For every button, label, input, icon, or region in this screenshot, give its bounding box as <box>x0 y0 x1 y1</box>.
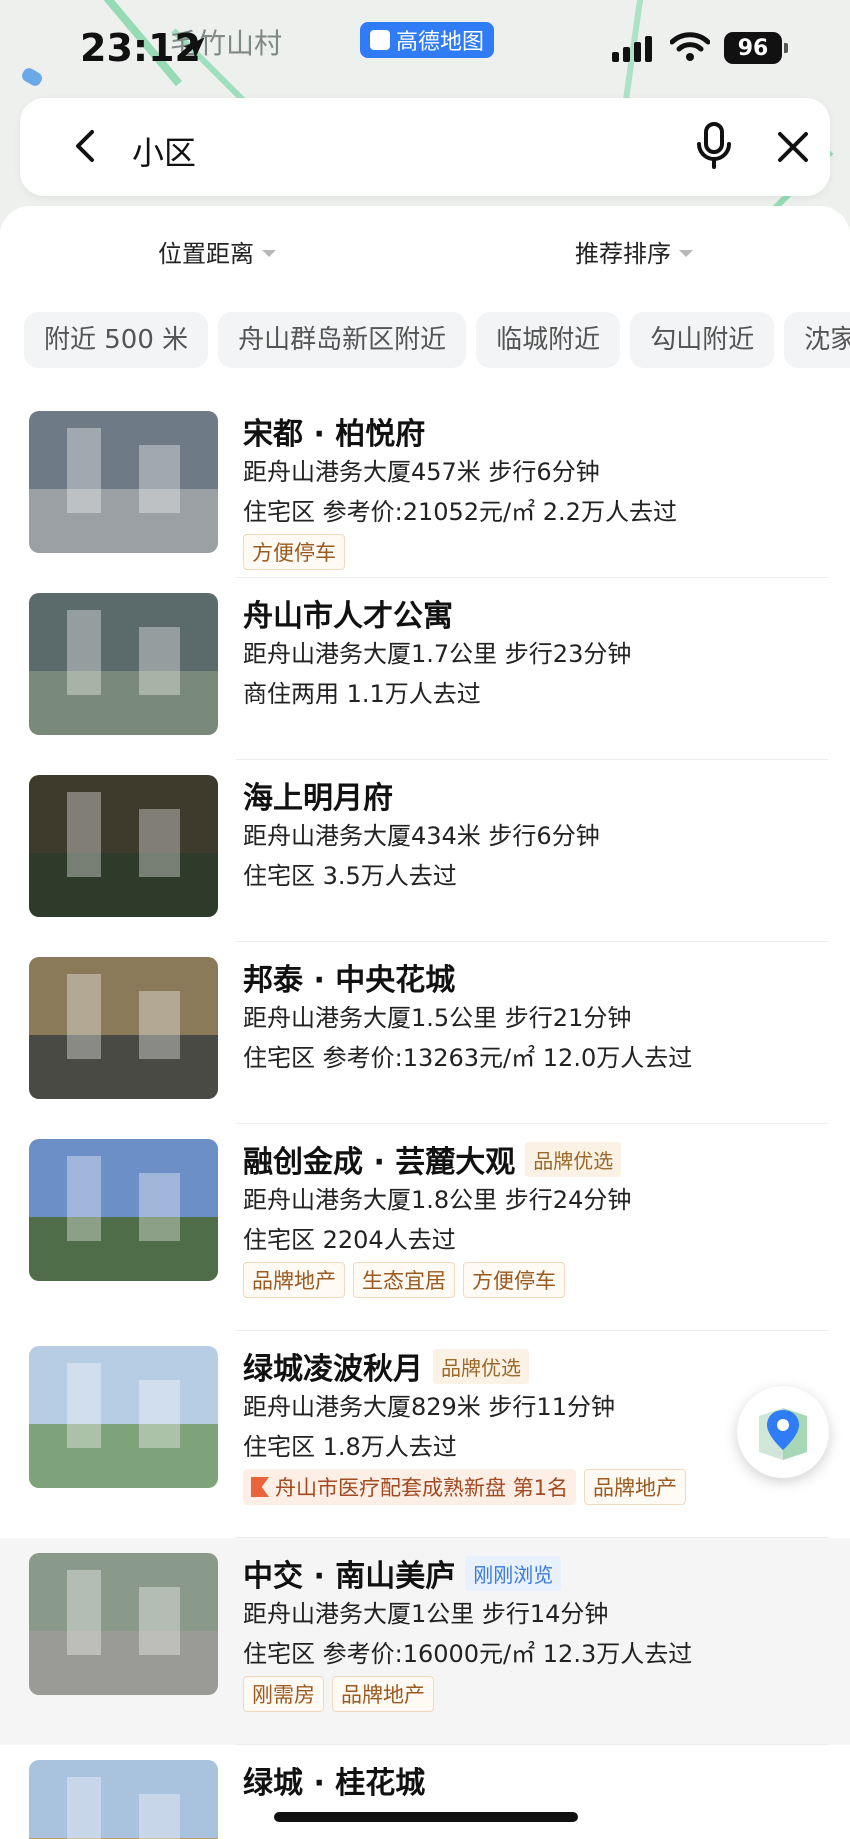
result-item[interactable]: 中交 · 南山美庐 刚刚浏览距舟山港务大厦1公里 步行14分钟住宅区 参考价:16… <box>0 1538 850 1745</box>
location-arrow-icon <box>183 37 205 59</box>
chip[interactable]: 勾山附近 <box>630 312 775 368</box>
result-photo <box>29 775 218 917</box>
result-badge: 品牌优选 <box>525 1141 622 1177</box>
rank-tag-label: 舟山市医疗配套成熟新盘 第1名 <box>275 1476 569 1500</box>
area-chips: 附近 500 米舟山群岛新区附近 临城附近 勾山附近 沈家 <box>24 312 850 368</box>
result-item[interactable]: 海上明月府距舟山港务大厦434米 步行6分钟 住宅区 3.5万人去过 <box>0 760 850 942</box>
result-badge: 刚刚浏览 <box>465 1555 562 1591</box>
result-detail: 商住两用 1.1万人去过 <box>243 680 481 708</box>
result-distance: 距舟山港务大厦434米 步行6分钟 <box>243 822 600 850</box>
result-badge: 品牌优选 <box>433 1348 529 1384</box>
close-icon[interactable] <box>774 128 812 166</box>
caret-down-icon <box>262 249 276 257</box>
search-input[interactable]: 小区 <box>132 128 196 174</box>
distance-filter[interactable]: 位置距离 <box>158 234 276 269</box>
result-detail: 住宅区 参考价:16000元/㎡ 12.3万人去过 <box>243 1640 693 1668</box>
result-photo <box>29 1553 218 1695</box>
wifi-icon <box>670 32 710 61</box>
result-photo <box>29 411 218 553</box>
result-item[interactable]: 融创金成 · 芸麓大观 品牌优选距舟山港务大厦1.8公里 步行24分钟 住宅区 22… <box>0 1124 850 1331</box>
result-photo <box>29 1760 218 1839</box>
rank-tag: 舟山市医疗配套成熟新盘 第1名 <box>243 1469 577 1505</box>
result-distance: 距舟山港务大厦457米 步行6分钟 <box>243 458 600 486</box>
map-pin-icon <box>759 1408 807 1460</box>
chip[interactable]: 附近 500 米 <box>24 312 209 368</box>
caret-down-icon <box>679 249 693 257</box>
results-sheet: 位置距离 推荐排序 附近 500 米舟山群岛新区附近 临城附近 勾山附近 沈家 宋都 … <box>0 206 850 1839</box>
result-name: 舟山市人才公寓 <box>243 599 453 634</box>
app-pin-icon <box>370 30 390 50</box>
back-icon[interactable] <box>66 126 106 166</box>
result-photo <box>29 1139 218 1281</box>
result-distance: 距舟山港务大厦1.5公里 步行21分钟 <box>243 1004 632 1032</box>
search-bar[interactable]: 小区 <box>20 98 830 196</box>
filter-bar: 位置距离 推荐排序 <box>0 234 850 284</box>
result-detail: 住宅区 2204人去过 <box>243 1226 456 1254</box>
result-tag: 品牌地产 <box>332 1676 434 1712</box>
map-view-button[interactable] <box>737 1386 829 1478</box>
result-name: 绿城 · 桂花城 <box>243 1766 426 1801</box>
result-tag: 生态宜居 <box>353 1262 455 1298</box>
result-tag: 品牌地产 <box>584 1469 687 1505</box>
result-photo <box>29 593 218 735</box>
result-tag: 品牌地产 <box>243 1262 345 1298</box>
sort-filter-label: 推荐排序 <box>575 240 671 268</box>
result-name: 邦泰 · 中央花城 <box>243 963 456 998</box>
result-distance: 距舟山港务大厦1.7公里 步行23分钟 <box>243 640 632 668</box>
battery-indicator: 96 <box>724 32 788 64</box>
result-tags: 刚需房 品牌地产 <box>243 1676 840 1712</box>
chip[interactable]: 临城附近 <box>476 312 621 368</box>
distance-filter-label: 位置距离 <box>158 240 254 268</box>
result-distance: 距舟山港务大厦1公里 步行14分钟 <box>243 1600 609 1628</box>
result-distance: 距舟山港务大厦1.8公里 步行24分钟 <box>243 1186 632 1214</box>
app-return-pill[interactable]: 高德地图 <box>360 22 495 58</box>
result-tag: 方便停车 <box>243 534 345 570</box>
result-photo <box>29 1346 218 1488</box>
result-name: 海上明月府 <box>243 781 393 816</box>
result-detail: 住宅区 参考价:21052元/㎡ 2.2万人去过 <box>243 498 677 526</box>
result-tag: 方便停车 <box>463 1262 565 1298</box>
result-detail: 住宅区 参考价:13263元/㎡ 12.0万人去过 <box>243 1044 693 1072</box>
status-bar: 毛竹山村 23:12 高德地图 96 <box>0 0 850 96</box>
result-item[interactable]: 舟山市人才公寓距舟山港务大厦1.7公里 步行23分钟 商住两用 1.1万人去过 <box>0 578 850 760</box>
result-name: 宋都 · 柏悦府 <box>243 417 426 452</box>
result-detail: 住宅区 3.5万人去过 <box>243 862 457 890</box>
result-name: 绿城凌波秋月 <box>243 1352 423 1387</box>
chip[interactable]: 沈家 <box>784 312 850 368</box>
result-item[interactable]: 绿城 · 桂花城 <box>0 1745 850 1839</box>
result-tags: 方便停车 <box>243 534 840 570</box>
result-item[interactable]: 宋都 · 柏悦府距舟山港务大厦457米 步行6分钟住宅区 参考价:21052元/… <box>0 396 850 578</box>
chip[interactable]: 舟山群岛新区附近 <box>218 312 467 368</box>
results-list: 宋都 · 柏悦府距舟山港务大厦457米 步行6分钟住宅区 参考价:21052元/… <box>0 396 850 1839</box>
result-tag: 刚需房 <box>243 1676 324 1712</box>
result-photo <box>29 957 218 1099</box>
signal-icon <box>612 36 652 62</box>
home-indicator <box>274 1812 578 1822</box>
rank-flag-icon <box>251 1477 269 1497</box>
app-pill-label: 高德地图 <box>396 30 485 55</box>
mic-icon[interactable] <box>692 120 736 172</box>
result-tags: 品牌地产 生态宜居 方便停车 <box>243 1262 840 1298</box>
result-item[interactable]: 邦泰 · 中央花城距舟山港务大厦1.5公里 步行21分钟住宅区 参考价:1326… <box>0 942 850 1124</box>
result-item[interactable]: 绿城凌波秋月 品牌优选 距舟山港务大厦829米 步行11分钟 住宅区 1.8万人去过舟… <box>0 1331 850 1538</box>
result-name: 中交 · 南山美庐 <box>243 1559 456 1594</box>
result-name: 融创金成 · 芸麓大观 <box>243 1145 516 1180</box>
sort-filter[interactable]: 推荐排序 <box>575 234 693 269</box>
